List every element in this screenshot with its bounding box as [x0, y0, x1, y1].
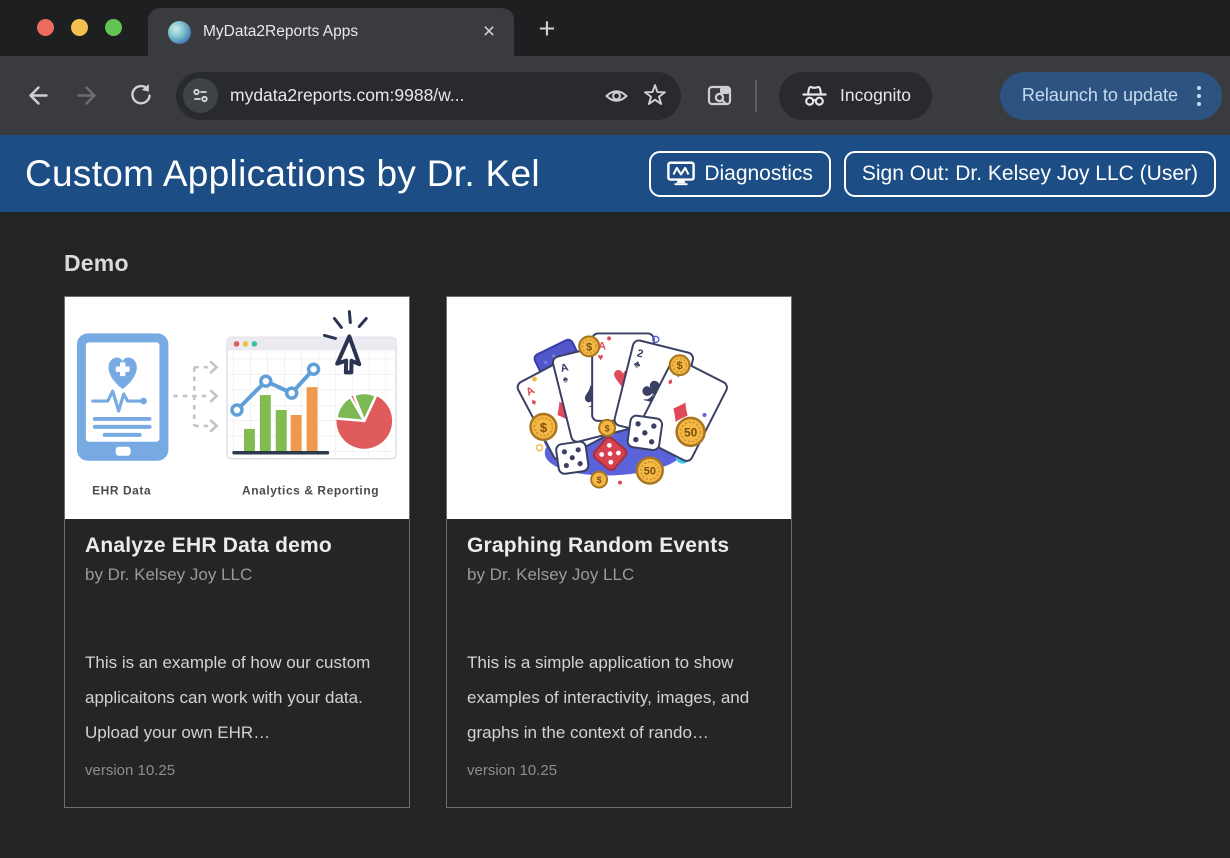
- bookmark-star-button[interactable]: [643, 84, 667, 107]
- kebab-menu-icon: [1197, 86, 1201, 90]
- traffic-light-close-button[interactable]: [37, 19, 54, 36]
- forward-button[interactable]: [66, 74, 110, 118]
- fifty-coin-icon: 50: [637, 458, 663, 484]
- cards-dice-coins-illustration: A ♦ ♦ A ♠ ♠ A ♥ ♥: [447, 297, 791, 519]
- site-settings-icon: [191, 86, 210, 105]
- tab-title: MyData2Reports Apps: [203, 23, 474, 41]
- app-description: This is a simple application to show exa…: [467, 645, 771, 750]
- page-header: Custom Applications by Dr. Kel Diagnosti…: [0, 135, 1230, 212]
- sign-out-label: Sign Out: Dr. Kelsey Joy LLC (User): [862, 162, 1198, 186]
- section-title: Demo: [64, 250, 1230, 277]
- svg-text:♥: ♥: [598, 352, 604, 363]
- fifty-coin-icon: 50: [677, 418, 705, 446]
- page-title: Custom Applications by Dr. Kel: [25, 153, 636, 195]
- site-favicon-icon: [168, 21, 191, 44]
- dollar-coin-icon: $: [579, 336, 599, 356]
- dollar-coin-icon: $: [670, 355, 690, 375]
- tab-search-button[interactable]: [707, 83, 733, 108]
- toolbar-divider: [755, 80, 757, 112]
- eye-icon: [604, 86, 629, 106]
- ehr-analytics-illustration: EHR Data Analytics & Reporting: [65, 297, 409, 519]
- browser-tab[interactable]: MyData2Reports Apps ×: [148, 8, 514, 56]
- svg-text:$: $: [597, 475, 602, 485]
- browser-menu-button[interactable]: [1184, 79, 1214, 113]
- app-version: version 10.25: [467, 762, 771, 779]
- back-button[interactable]: [14, 74, 58, 118]
- app-card-analyze-ehr[interactable]: EHR Data Analytics & Reporting Analyze E…: [64, 296, 410, 808]
- svg-text:50: 50: [684, 425, 698, 439]
- tab-close-icon[interactable]: ×: [474, 17, 504, 47]
- relaunch-to-update-button[interactable]: Relaunch to update: [1000, 72, 1222, 120]
- tab-search-icon: [707, 83, 733, 108]
- address-bar[interactable]: mydata2reports.com:9988/w...: [176, 72, 681, 120]
- svg-text:50: 50: [644, 466, 656, 478]
- white-die-icon: [627, 415, 663, 451]
- app-card-illustration: A ♦ ♦ A ♠ ♠ A ♥ ♥: [447, 297, 791, 519]
- traffic-light-minimize-button[interactable]: [71, 19, 88, 36]
- reload-icon: [127, 82, 154, 109]
- analytics-window-icon: [227, 337, 396, 458]
- dollar-coin-icon: $: [531, 414, 557, 440]
- app-title: Graphing Random Events: [467, 534, 771, 558]
- app-description: This is an example of how our custom app…: [85, 645, 389, 750]
- svg-text:$: $: [605, 423, 610, 433]
- diagnostics-button[interactable]: Diagnostics: [649, 151, 831, 197]
- traffic-light-zoom-button[interactable]: [105, 19, 122, 36]
- relaunch-label: Relaunch to update: [1022, 85, 1178, 106]
- preview-eye-button[interactable]: [604, 86, 629, 106]
- incognito-icon: [800, 83, 829, 108]
- diagnostics-label: Diagnostics: [704, 162, 813, 186]
- app-card-illustration: EHR Data Analytics & Reporting: [65, 297, 409, 519]
- url-text[interactable]: mydata2reports.com:9988/w...: [230, 85, 590, 106]
- illustration-label-left: EHR Data: [92, 483, 151, 497]
- app-author: by Dr. Kelsey Joy LLC: [85, 565, 389, 585]
- app-version: version 10.25: [85, 762, 389, 779]
- star-icon: [643, 84, 667, 107]
- white-die-icon: [555, 441, 589, 475]
- browser-toolbar: mydata2reports.com:9988/w...: [0, 56, 1230, 135]
- svg-text:$: $: [586, 341, 592, 353]
- tablet-ehr-icon: [77, 333, 168, 460]
- sign-out-button[interactable]: Sign Out: Dr. Kelsey Joy LLC (User): [844, 151, 1216, 197]
- svg-text:$: $: [540, 420, 547, 435]
- back-arrow-icon: [23, 82, 50, 109]
- app-author: by Dr. Kelsey Joy LLC: [467, 565, 771, 585]
- incognito-label: Incognito: [840, 85, 911, 106]
- new-tab-button[interactable]: +: [528, 10, 566, 48]
- dollar-coin-icon: $: [591, 472, 607, 488]
- site-settings-button[interactable]: [183, 78, 218, 113]
- svg-text:$: $: [677, 360, 683, 372]
- reload-button[interactable]: [118, 74, 162, 118]
- app-gallery: Demo: [0, 212, 1230, 808]
- app-title: Analyze EHR Data demo: [85, 534, 389, 558]
- data-flow-arrows-icon: [173, 361, 216, 432]
- tab-strip: MyData2Reports Apps × +: [0, 0, 1230, 56]
- forward-arrow-icon: [75, 82, 102, 109]
- dollar-coin-icon: $: [599, 420, 615, 436]
- monitor-diagnostics-icon: [667, 161, 695, 186]
- app-card-graphing-random-events[interactable]: A ♦ ♦ A ♠ ♠ A ♥ ♥: [446, 296, 792, 808]
- illustration-label-right: Analytics & Reporting: [242, 483, 379, 497]
- incognito-badge: Incognito: [779, 72, 932, 120]
